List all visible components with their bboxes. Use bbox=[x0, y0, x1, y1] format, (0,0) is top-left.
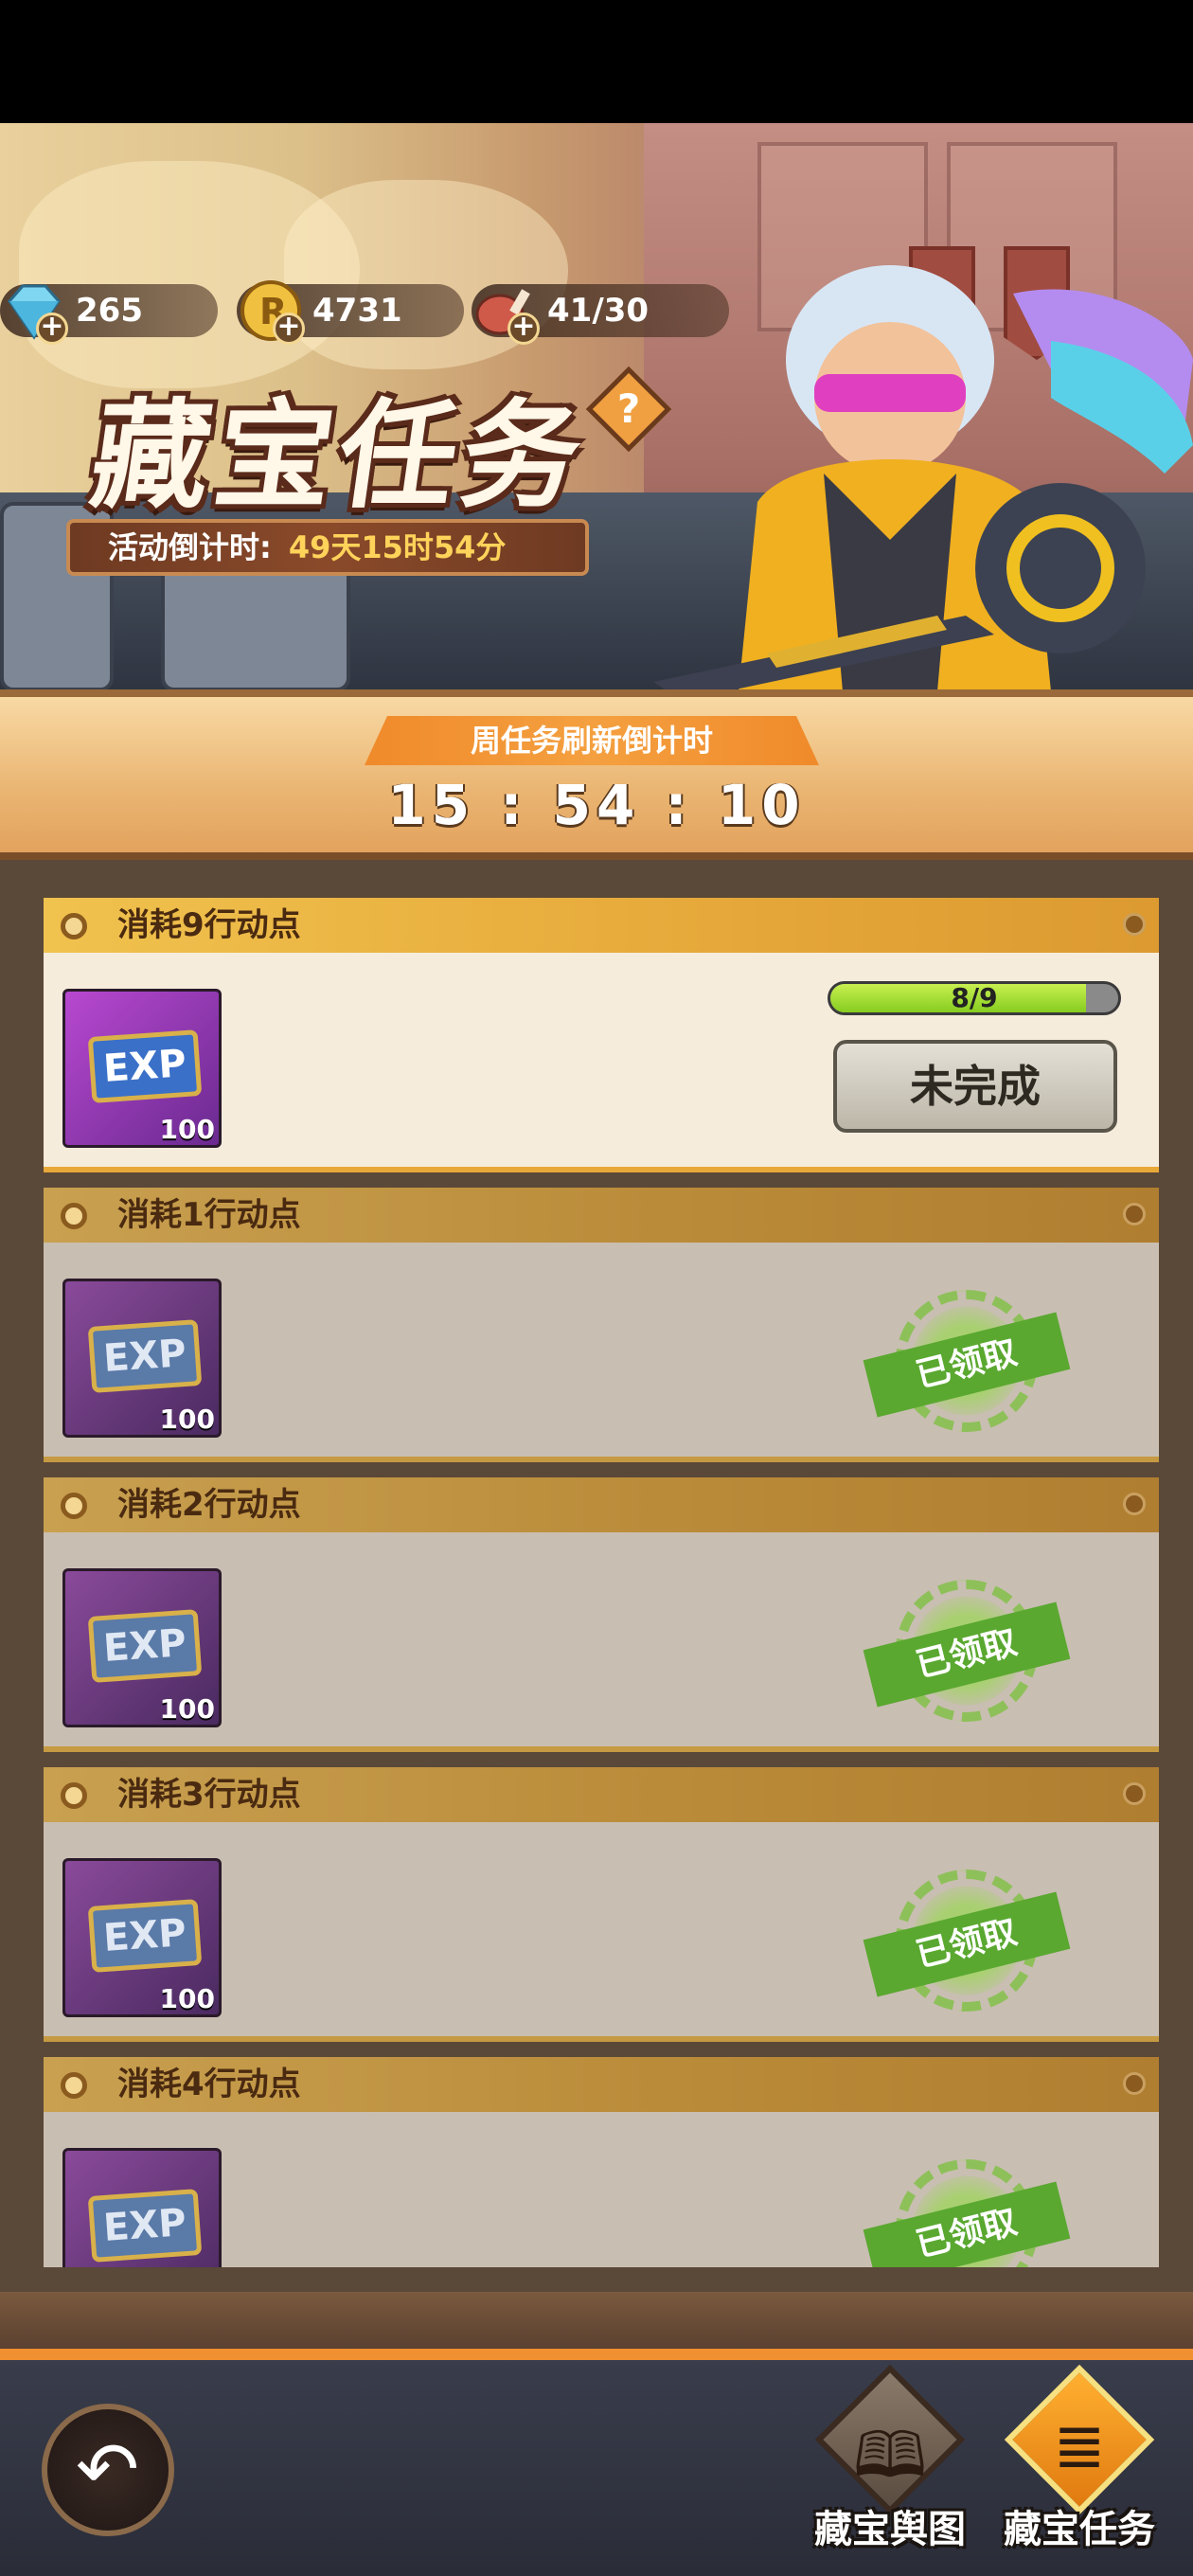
bottom-ledge bbox=[0, 2292, 1193, 2351]
exp-icon: EXP bbox=[87, 1609, 203, 1683]
reward-quantity: 100 bbox=[159, 1983, 215, 2014]
treasure-map-button[interactable]: 🕮 藏宝舆图 bbox=[795, 2364, 985, 2557]
resource-coin[interactable]: R + 4731 bbox=[237, 280, 464, 345]
plus-icon[interactable]: + bbox=[36, 313, 68, 345]
treasure-map-label: 藏宝舆图 bbox=[814, 2508, 966, 2551]
stamina-count: 41/30 bbox=[547, 292, 650, 330]
exp-icon: EXP bbox=[87, 1319, 203, 1393]
bolt-icon bbox=[1123, 913, 1146, 936]
game-screen: + 265 R + 4731 + 41/30 藏宝任务 ? 活动倒计时: 49天1… bbox=[0, 0, 1193, 2576]
task-body: EXP 100 已领取 bbox=[44, 1532, 1159, 1752]
reward-quantity: 100 bbox=[159, 1114, 215, 1145]
bolt-icon bbox=[1123, 1782, 1146, 1805]
treasure-task-label: 藏宝任务 bbox=[1004, 2508, 1155, 2551]
task-header: 消耗4行动点 bbox=[44, 2057, 1159, 2112]
reward-quantity: 100 bbox=[159, 1404, 215, 1435]
status-bar bbox=[0, 0, 1193, 123]
plus-icon[interactable]: + bbox=[273, 313, 305, 345]
exp-icon: EXP bbox=[87, 1029, 203, 1103]
resource-stamina[interactable]: + 41/30 bbox=[472, 284, 729, 345]
page-title: 藏宝任务 bbox=[83, 388, 596, 525]
task-header: 消耗3行动点 bbox=[44, 1767, 1159, 1822]
task-body: EXP 100 已领取 bbox=[44, 1243, 1159, 1462]
countdown-value: 49天15时54分 bbox=[288, 529, 507, 565]
task-list[interactable]: 消耗9行动点 EXP 100 8/9 未完成 消耗1行动点 EXP 100 已领… bbox=[44, 898, 1159, 2267]
gear-icon bbox=[61, 2072, 87, 2099]
claimed-stamp: 已领取 bbox=[863, 1869, 1071, 2012]
gear-icon bbox=[61, 1493, 87, 1519]
bolt-icon bbox=[1123, 1203, 1146, 1225]
task-card: 消耗4行动点 EXP 100 已领取 bbox=[44, 2057, 1159, 2267]
reward-item[interactable]: EXP 100 bbox=[62, 2148, 222, 2267]
task-body: EXP 100 已领取 bbox=[44, 2112, 1159, 2267]
diamond-count: 265 bbox=[76, 292, 143, 330]
plus-icon[interactable]: + bbox=[507, 313, 540, 345]
incomplete-button[interactable]: 未完成 bbox=[833, 1040, 1117, 1133]
gear-icon bbox=[61, 1782, 87, 1809]
task-title: 消耗2行动点 bbox=[117, 1486, 301, 1524]
claimed-stamp: 已领取 bbox=[863, 1290, 1071, 1432]
claimed-stamp: 已领取 bbox=[863, 1580, 1071, 1722]
task-header: 消耗1行动点 bbox=[44, 1188, 1159, 1243]
task-title: 消耗4行动点 bbox=[117, 2066, 301, 2103]
task-card: 消耗1行动点 EXP 100 已领取 bbox=[44, 1188, 1159, 1462]
document-icon: ≣ bbox=[1053, 2409, 1106, 2482]
task-card: 消耗9行动点 EXP 100 8/9 未完成 bbox=[44, 898, 1159, 1172]
treasure-task-button[interactable]: ≣ 藏宝任务 bbox=[985, 2364, 1174, 2557]
bolt-icon bbox=[1123, 2072, 1146, 2095]
task-body: EXP 100 已领取 bbox=[44, 1822, 1159, 2042]
task-card: 消耗3行动点 EXP 100 已领取 bbox=[44, 1767, 1159, 2042]
resource-diamond[interactable]: + 265 bbox=[0, 284, 218, 345]
weekly-refresh-panel: 周任务刷新倒计时 15 : 54 : 10 bbox=[0, 689, 1193, 860]
back-arrow-icon: ↶ bbox=[76, 2425, 140, 2513]
character-illustration bbox=[653, 265, 1193, 691]
countdown-label: 活动倒计时: bbox=[108, 529, 272, 565]
task-title: 消耗9行动点 bbox=[117, 906, 301, 944]
task-progress-bar: 8/9 bbox=[828, 981, 1121, 1015]
gear-icon bbox=[61, 1203, 87, 1229]
task-body: EXP 100 8/9 未完成 bbox=[44, 953, 1159, 1172]
reward-item[interactable]: EXP 100 bbox=[62, 1279, 222, 1438]
reward-item[interactable]: EXP 100 bbox=[62, 989, 222, 1148]
reward-item[interactable]: EXP 100 bbox=[62, 1858, 222, 2017]
weekly-refresh-label: 周任务刷新倒计时 bbox=[365, 716, 819, 765]
back-button[interactable]: ↶ bbox=[42, 2404, 174, 2536]
reward-quantity: 100 bbox=[159, 1693, 215, 1725]
weekly-refresh-timer: 15 : 54 : 10 bbox=[387, 773, 806, 837]
event-countdown: 活动倒计时: 49天15时54分 bbox=[66, 519, 589, 576]
task-card: 消耗2行动点 EXP 100 已领取 bbox=[44, 1477, 1159, 1752]
reward-item[interactable]: EXP 100 bbox=[62, 1568, 222, 1727]
coin-count: 4731 bbox=[312, 292, 402, 330]
bolt-icon bbox=[1123, 1493, 1146, 1515]
question-icon: ? bbox=[616, 385, 641, 432]
exp-icon: EXP bbox=[87, 2189, 203, 2263]
progress-text: 8/9 bbox=[951, 982, 998, 1013]
task-title: 消耗1行动点 bbox=[117, 1196, 301, 1234]
task-title: 消耗3行动点 bbox=[117, 1776, 301, 1814]
task-header: 消耗9行动点 bbox=[44, 898, 1159, 953]
claimed-stamp: 已领取 bbox=[863, 2159, 1071, 2267]
gear-icon bbox=[61, 913, 87, 939]
exp-icon: EXP bbox=[87, 1899, 203, 1973]
task-header: 消耗2行动点 bbox=[44, 1477, 1159, 1532]
